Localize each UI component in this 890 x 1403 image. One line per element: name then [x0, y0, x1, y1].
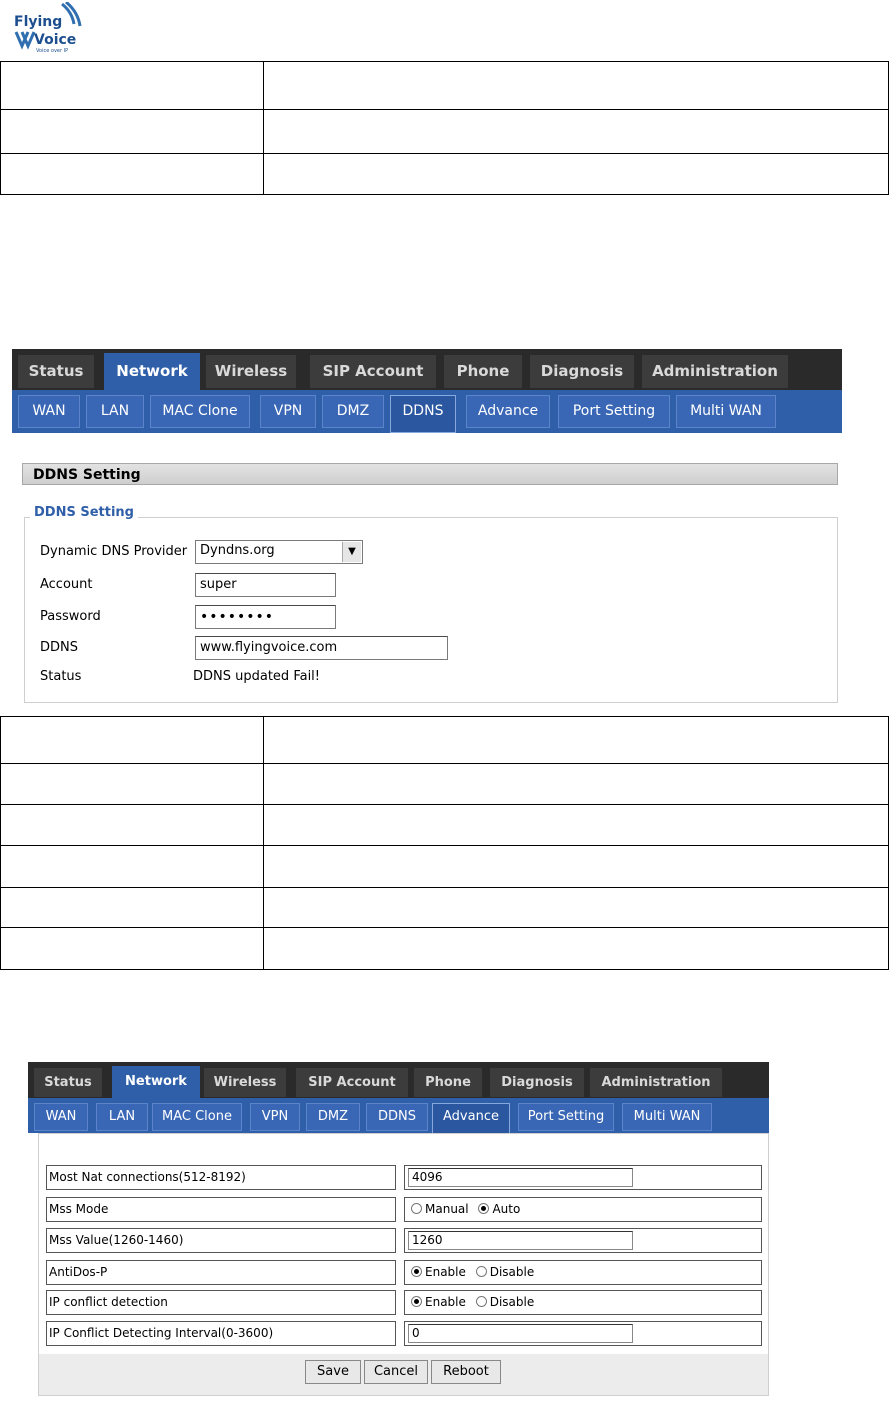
subtab-mac-clone-2[interactable]: MAC Clone — [152, 1103, 242, 1131]
tab-wireless[interactable]: Wireless — [206, 355, 296, 388]
subtab-wan-2[interactable]: WAN — [34, 1103, 88, 1131]
ddns-label: DDNS — [40, 640, 78, 655]
flyingvoice-logo: Flying Voice Voice over IP — [14, 0, 94, 54]
tab-administration-2[interactable]: Administration — [590, 1068, 722, 1097]
tab-network[interactable]: Network — [104, 353, 200, 390]
tab-sip-account[interactable]: SIP Account — [310, 355, 436, 388]
antidos-enable-radio[interactable] — [411, 1266, 422, 1277]
ddns-status-value: DDNS updated Fail! — [193, 669, 321, 684]
account-input[interactable]: super — [195, 573, 336, 597]
mss-value-label: Mss Value(1260-1460) — [46, 1228, 396, 1253]
tab-wireless-2[interactable]: Wireless — [204, 1068, 286, 1097]
tab-diagnosis[interactable]: Diagnosis — [530, 355, 634, 388]
tab-phone[interactable]: Phone — [444, 355, 522, 388]
doc-table-1 — [0, 61, 889, 195]
mss-mode-manual-radio[interactable] — [411, 1203, 422, 1214]
tab-administration[interactable]: Administration — [642, 355, 788, 388]
password-input[interactable]: •••••••• — [195, 605, 336, 629]
ddns-section-header: DDNS Setting — [22, 463, 838, 485]
main-tab-bar: Status Network Wireless SIP Account Phon… — [12, 349, 842, 390]
router-nav-advance: Status Network Wireless SIP Account Phon… — [28, 1062, 769, 1136]
mss-mode-auto-radio[interactable] — [478, 1203, 490, 1214]
svg-text:Voice over IP: Voice over IP — [36, 48, 68, 54]
provider-label: Dynamic DNS Provider — [40, 544, 188, 559]
sub-tab-bar-2: WAN LAN MAC Clone VPN DMZ DDNS Advance P… — [28, 1098, 769, 1136]
main-tab-bar-2: Status Network Wireless SIP Account Phon… — [28, 1062, 769, 1098]
mss-mode-manual-label: Manual — [425, 1202, 469, 1216]
nat-connections-cell: 4096 — [404, 1165, 762, 1190]
subtab-ddns[interactable]: DDNS — [390, 395, 456, 433]
ip-conflict-disable-label: Disable — [489, 1295, 535, 1309]
nat-connections-label: Most Nat connections(512-8192) — [46, 1165, 396, 1190]
tab-diagnosis-2[interactable]: Diagnosis — [490, 1068, 584, 1097]
subtab-dmz-2[interactable]: DMZ — [306, 1103, 360, 1131]
subtab-vpn-2[interactable]: VPN — [250, 1103, 300, 1131]
ddns-domain-input[interactable]: www.flyingvoice.com — [195, 636, 448, 660]
tab-sip-account-2[interactable]: SIP Account — [296, 1068, 408, 1097]
chevron-down-icon[interactable]: ▼ — [342, 542, 361, 562]
subtab-vpn[interactable]: VPN — [260, 395, 316, 428]
save-button[interactable]: Save — [305, 1360, 361, 1384]
sub-tab-bar: WAN LAN MAC Clone VPN DMZ DDNS Advance P… — [12, 390, 842, 433]
mss-mode-auto-label: Auto — [492, 1202, 521, 1216]
subtab-advance[interactable]: Advance — [466, 395, 550, 428]
ddns-legend: DDNS Setting — [30, 505, 138, 520]
account-label: Account — [40, 577, 93, 592]
antidos-cell: Enable Disable — [404, 1260, 762, 1285]
tab-status[interactable]: Status — [18, 355, 94, 388]
subtab-mac-clone[interactable]: MAC Clone — [150, 395, 250, 428]
reboot-button[interactable]: Reboot — [431, 1360, 501, 1384]
ip-conflict-label: IP conflict detection — [46, 1290, 396, 1315]
svg-text:Voice: Voice — [34, 32, 76, 48]
mss-value-input[interactable]: 1260 — [408, 1231, 633, 1250]
ip-conflict-disable-radio[interactable] — [475, 1296, 487, 1307]
ip-conflict-interval-cell: 0 — [404, 1321, 762, 1346]
cancel-button[interactable]: Cancel — [364, 1360, 428, 1384]
mss-mode-cell: Manual Auto — [404, 1197, 762, 1222]
ip-conflict-enable-label: Enable — [425, 1295, 466, 1309]
ip-conflict-interval-input[interactable]: 0 — [408, 1324, 633, 1343]
tab-status-2[interactable]: Status — [34, 1068, 102, 1097]
subtab-port-setting[interactable]: Port Setting — [558, 395, 670, 428]
tab-phone-2[interactable]: Phone — [414, 1068, 482, 1097]
password-label: Password — [40, 609, 101, 624]
ip-conflict-interval-label: IP Conflict Detecting Interval(0-3600) — [46, 1321, 396, 1346]
subtab-advance-2[interactable]: Advance — [432, 1103, 510, 1136]
subtab-port-setting-2[interactable]: Port Setting — [518, 1103, 614, 1131]
mss-value-cell: 1260 — [404, 1228, 762, 1253]
antidos-enable-label: Enable — [425, 1265, 466, 1279]
subtab-dmz[interactable]: DMZ — [322, 395, 384, 428]
router-nav-ddns: Status Network Wireless SIP Account Phon… — [12, 349, 842, 433]
provider-selected-value: Dyndns.org — [200, 543, 275, 558]
nat-connections-input[interactable]: 4096 — [408, 1168, 633, 1187]
provider-select[interactable]: Dyndns.org ▼ — [195, 540, 363, 564]
antidos-disable-radio[interactable] — [475, 1266, 487, 1277]
subtab-multi-wan-2[interactable]: Multi WAN — [622, 1103, 712, 1131]
status-label: Status — [40, 669, 82, 684]
subtab-lan-2[interactable]: LAN — [96, 1103, 148, 1131]
doc-table-2 — [0, 716, 889, 970]
ip-conflict-cell: Enable Disable — [404, 1290, 762, 1315]
subtab-ddns-2[interactable]: DDNS — [366, 1103, 428, 1131]
subtab-wan[interactable]: WAN — [18, 395, 80, 428]
antidos-disable-label: Disable — [489, 1265, 535, 1279]
ip-conflict-enable-radio[interactable] — [411, 1296, 422, 1307]
subtab-lan[interactable]: LAN — [86, 395, 144, 428]
antidos-label: AntiDos-P — [46, 1260, 396, 1285]
mss-mode-label: Mss Mode — [46, 1197, 396, 1222]
svg-text:Flying: Flying — [14, 14, 62, 30]
tab-network-2[interactable]: Network — [112, 1066, 200, 1098]
subtab-multi-wan[interactable]: Multi WAN — [676, 395, 776, 428]
